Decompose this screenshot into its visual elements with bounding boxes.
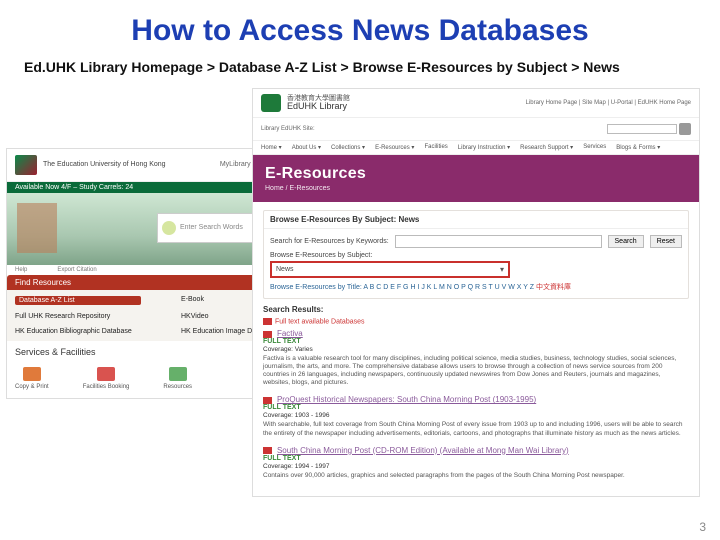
fulltext-flag-note: Full text available Databases: [263, 318, 689, 325]
result-coverage: Coverage: 1994 - 1997: [263, 463, 689, 470]
result-title-link[interactable]: ProQuest Historical Newspapers: South Ch…: [277, 395, 536, 404]
nav-services[interactable]: Services: [583, 144, 606, 151]
search-button[interactable]: Search: [608, 235, 644, 248]
result-desc: With searchable, full text coverage from…: [263, 421, 689, 437]
result-desc: Contains over 90,000 articles, graphics …: [263, 472, 689, 480]
nav-blogs[interactable]: Blogs & Forms ▾: [616, 144, 660, 151]
screenshots-area: The Education University of Hong Kong My…: [24, 88, 696, 468]
nav-facilities[interactable]: Facilities: [424, 144, 447, 151]
nav-collections[interactable]: Collections ▾: [331, 144, 365, 151]
nav-about[interactable]: About Us ▾: [292, 144, 321, 151]
slide-title: How to Access News Databases: [24, 14, 696, 48]
library-logo: [261, 94, 281, 112]
az-label: Browse E-Resources by Title:: [270, 284, 362, 291]
university-logo: [15, 155, 37, 175]
resources-icon[interactable]: Resources: [163, 367, 192, 390]
result-desc: Factiva is a valuable research tool for …: [263, 355, 689, 388]
library-top-links[interactable]: Library Home Page | Site Map | U-Portal …: [526, 100, 691, 106]
copy-print-icon[interactable]: Copy & Print: [15, 367, 49, 390]
keyword-input[interactable]: [395, 235, 602, 248]
result-item: ProQuest Historical Newspapers: South Ch…: [263, 395, 689, 437]
database-az-link[interactable]: Database A-Z List: [15, 296, 141, 305]
fulltext-badge: FULL TEXT: [263, 338, 689, 345]
biblio-db-link[interactable]: HK Education Bibliographic Database: [15, 328, 141, 335]
result-title-link[interactable]: Factiva: [277, 329, 303, 338]
nav-home[interactable]: Home ▾: [261, 144, 282, 151]
nav-research[interactable]: Research Support ▾: [520, 144, 573, 151]
page-number: 3: [699, 520, 706, 534]
university-name: The Education University of Hong Kong: [43, 161, 166, 169]
flag-icon: [263, 318, 272, 325]
nav-instruction[interactable]: Library Instruction ▾: [458, 144, 510, 151]
result-title-link[interactable]: South China Morning Post (CD-ROM Edition…: [277, 446, 569, 455]
flag-icon: [263, 397, 272, 404]
results-header: Search Results:: [263, 305, 689, 314]
help-link[interactable]: Help: [15, 267, 27, 273]
quick-search-label: Library EdUHK Site:: [261, 126, 315, 132]
breadcrumb: Ed.UHK Library Homepage > Database A-Z L…: [24, 58, 696, 78]
flag-icon: [263, 447, 272, 454]
eresources-screenshot: 香港教育大學圖書館 EdUHK Library Library Home Pag…: [252, 88, 700, 497]
search-placeholder: Enter Search Words: [180, 224, 243, 231]
quick-search-input[interactable]: [607, 124, 677, 134]
subject-value: News: [276, 266, 294, 273]
browse-section-header: Browse E-Resources By Subject: News: [264, 211, 688, 229]
export-citation-link[interactable]: Export Citation: [57, 267, 96, 273]
quick-search-go-icon[interactable]: [679, 123, 691, 135]
az-chinese[interactable]: 中文資料庫: [536, 284, 571, 291]
page-hero: E-Resources Home / E-Resources: [253, 155, 699, 202]
az-letters[interactable]: A B C D E F G H I J K L M N O P Q R S T …: [363, 284, 534, 291]
page-crumb: Home / E-Resources: [265, 185, 687, 192]
result-coverage: Coverage: Varies: [263, 346, 689, 353]
fulltext-badge: FULL TEXT: [263, 404, 689, 411]
flag-icon: [263, 331, 272, 338]
library-name-en: EdUHK Library: [287, 102, 350, 111]
quick-search[interactable]: [607, 123, 691, 135]
reset-button[interactable]: Reset: [650, 235, 682, 248]
fulltext-badge: FULL TEXT: [263, 455, 689, 462]
isearch-icon: [162, 221, 176, 235]
result-coverage: Coverage: 1903 - 1996: [263, 412, 689, 419]
nav-eresources[interactable]: E-Resources ▾: [375, 144, 414, 151]
keyword-label: Search for E-Resources by Keywords:: [270, 238, 389, 245]
repository-link[interactable]: Full UHK Research Repository: [15, 313, 141, 320]
result-item: South China Morning Post (CD-ROM Edition…: [263, 446, 689, 480]
result-item: Factiva FULL TEXT Coverage: Varies Facti…: [263, 329, 689, 388]
page-title: E-Resources: [265, 165, 687, 183]
subject-label: Browse E-Resources by Subject:: [270, 252, 682, 259]
subject-select[interactable]: News: [270, 261, 510, 278]
facilities-booking-icon[interactable]: Facilities Booking: [83, 367, 130, 390]
main-nav[interactable]: Home ▾ About Us ▾ Collections ▾ E-Resour…: [253, 141, 699, 155]
